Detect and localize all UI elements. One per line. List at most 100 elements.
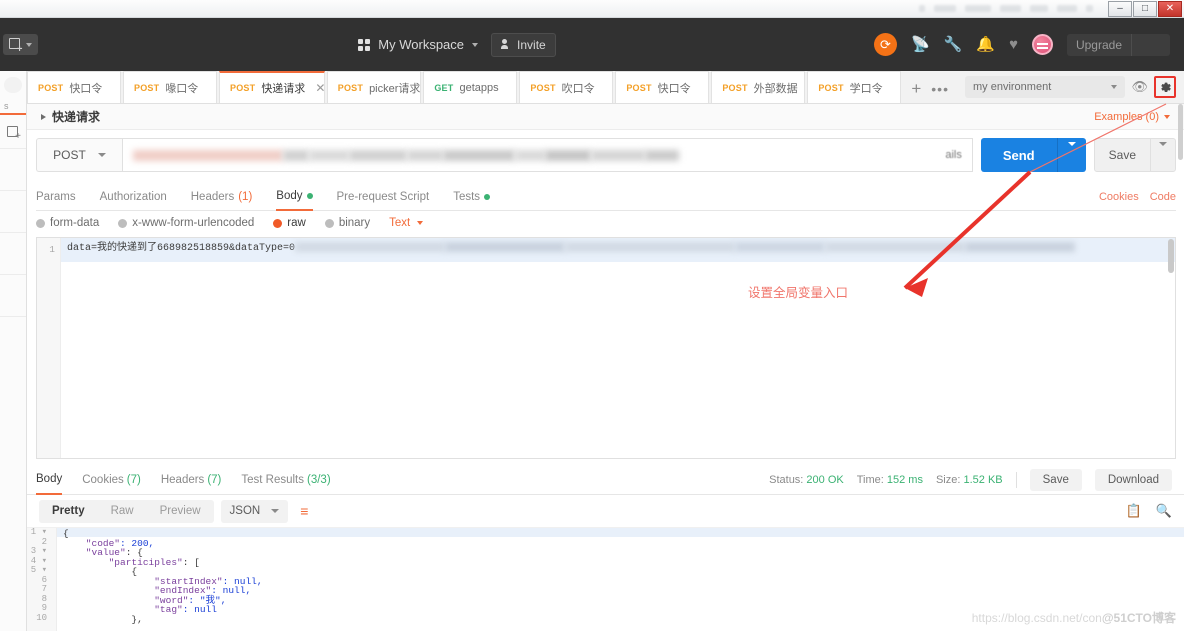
close-icon[interactable]: ✕ bbox=[315, 81, 325, 95]
http-method-selector[interactable]: POST bbox=[36, 138, 122, 172]
response-view-preview[interactable]: Preview bbox=[147, 500, 214, 523]
tab-count: (7) bbox=[207, 474, 222, 486]
request-section-tab-headers[interactable]: Headers (1) bbox=[191, 183, 253, 211]
url-redacted-content bbox=[133, 149, 941, 161]
request-tab-7[interactable]: POST 外部数据 bbox=[711, 71, 806, 103]
request-tab-3[interactable]: POST picker请求 bbox=[326, 71, 422, 103]
sync-icon[interactable]: ⟳ bbox=[874, 33, 897, 56]
request-tab-4[interactable]: GET getapps bbox=[423, 71, 518, 103]
request-tab-method: POST bbox=[337, 82, 364, 93]
body-type-options: form-data x-www-form-urlencoded raw binary T… bbox=[36, 211, 1176, 235]
save-label: Save bbox=[1108, 148, 1136, 162]
response-status-label: Status: bbox=[769, 474, 807, 486]
response-section-tabs: Body Cookies (7) Headers (7) Test Results (3/3… bbox=[27, 466, 1184, 495]
body-type-label: x-www-form-urlencoded bbox=[132, 217, 255, 229]
request-tab-1[interactable]: POST 喙口令 bbox=[123, 71, 217, 103]
request-tab-2[interactable]: POST 快递请求 ✕ bbox=[219, 71, 325, 103]
chevron-down-icon[interactable] bbox=[1131, 33, 1170, 56]
eye-icon[interactable]: 👁 bbox=[1131, 79, 1148, 95]
cookies-link[interactable]: Cookies bbox=[1099, 191, 1139, 203]
copy-icon[interactable]: 📋 bbox=[1126, 503, 1142, 519]
breadcrumb-title-group[interactable]: 快递请求 bbox=[41, 108, 100, 125]
request-tab-5[interactable]: POST 吹口令 bbox=[519, 71, 614, 103]
save-response-button[interactable]: Save bbox=[1029, 469, 1082, 491]
user-avatar[interactable] bbox=[1031, 34, 1053, 55]
examples-dropdown[interactable]: Examples (0) bbox=[1094, 111, 1170, 123]
page-scrollbar[interactable] bbox=[1177, 104, 1184, 464]
request-tab-label: 外部数据 bbox=[753, 82, 798, 95]
heart-icon[interactable]: ♥ bbox=[1009, 37, 1018, 52]
request-tab-0[interactable]: POST 快口令 bbox=[27, 71, 121, 103]
response-view-raw[interactable]: Raw bbox=[98, 500, 147, 523]
save-request-button[interactable]: Save bbox=[1093, 138, 1176, 172]
tab-status-dot bbox=[306, 192, 313, 199]
download-response-button[interactable]: Download bbox=[1094, 469, 1172, 491]
request-tab-6[interactable]: POST 快口令 bbox=[615, 71, 710, 103]
body-type-binary[interactable]: binary bbox=[324, 217, 370, 229]
body-type-label: form-data bbox=[50, 217, 100, 229]
radio-icon bbox=[273, 218, 283, 228]
url-input[interactable]: ails bbox=[122, 138, 973, 172]
window-controls[interactable]: – □ ✕ bbox=[1107, 0, 1182, 17]
body-type-raw[interactable]: raw bbox=[273, 217, 306, 229]
response-tab-test-results[interactable]: Test Results (3/3) bbox=[241, 466, 330, 495]
environment-selected-label: my environment bbox=[973, 81, 1052, 93]
request-section-tab-params[interactable]: Params bbox=[36, 183, 76, 211]
tab-more-button[interactable]: ••• bbox=[931, 81, 957, 103]
response-size-value: 1.52 KB bbox=[963, 474, 1003, 486]
save-options-chevron[interactable] bbox=[1151, 142, 1175, 164]
request-section-tab-pre-request-script[interactable]: Pre-request Script bbox=[337, 183, 430, 211]
tab-count: (3/3) bbox=[307, 474, 331, 486]
watermark: https://blog.csdn.net/con@51CTO博客 bbox=[972, 609, 1176, 626]
grid-icon bbox=[358, 38, 371, 51]
rail-new-request-button[interactable] bbox=[0, 115, 26, 149]
invite-button[interactable]: Invite bbox=[491, 32, 556, 57]
minimize-button[interactable]: – bbox=[1108, 0, 1132, 17]
request-body-editor[interactable]: 1 data=我的快递到了668982518859&dataType=0 bbox=[36, 237, 1176, 459]
response-gutter: 1 ▾ 2 3 ▾ 4 ▾ 5 ▾ 6 7 8 9 10 bbox=[27, 528, 57, 631]
tab-label: Body bbox=[276, 189, 303, 202]
rail-slot-4 bbox=[0, 275, 26, 317]
request-tab-method: POST bbox=[626, 82, 652, 93]
upgrade-button[interactable]: Upgrade bbox=[1066, 33, 1170, 56]
search-icon[interactable]: 🔍 bbox=[1156, 503, 1172, 519]
maximize-button[interactable]: □ bbox=[1133, 0, 1157, 17]
editor-text: data=我的快递到了668982518859&dataType=0 bbox=[67, 243, 296, 254]
chevron-down-icon bbox=[1111, 85, 1118, 89]
response-toolbar: Pretty Raw Preview JSON ≡ 📋 🔍 bbox=[27, 495, 1184, 527]
word-wrap-icon[interactable]: ≡ bbox=[300, 504, 308, 518]
body-format-selector[interactable]: Text bbox=[389, 217, 424, 229]
annotation-text: 设置全局变量入口 bbox=[748, 286, 849, 300]
new-tab-icon bbox=[7, 125, 21, 142]
response-view-switcher[interactable]: Pretty Raw Preview bbox=[39, 499, 214, 523]
add-tab-button[interactable]: + bbox=[903, 79, 931, 103]
divider bbox=[1015, 472, 1017, 488]
response-size-label: Size: bbox=[935, 474, 964, 486]
send-button[interactable]: Send bbox=[980, 138, 1086, 172]
body-type-form-data[interactable]: form-data bbox=[36, 217, 99, 229]
request-section-tab-tests[interactable]: Tests bbox=[453, 183, 491, 211]
request-tab-8[interactable]: POST 学口令 bbox=[807, 71, 902, 103]
request-section-tab-body[interactable]: Body bbox=[276, 183, 313, 211]
satellite-icon[interactable]: 📡 bbox=[911, 37, 930, 52]
bell-icon[interactable]: 🔔 bbox=[976, 37, 995, 52]
send-options-chevron[interactable] bbox=[1058, 142, 1086, 164]
wrench-icon[interactable]: 🔧 bbox=[944, 37, 963, 52]
response-format-selector[interactable]: JSON bbox=[220, 499, 289, 523]
workspace-selector[interactable]: My Workspace bbox=[358, 37, 479, 52]
editor-scrollbar[interactable] bbox=[1168, 239, 1174, 273]
body-type-x-www-form-urlencoded[interactable]: x-www-form-urlencoded bbox=[118, 217, 254, 229]
watermark-tag: @51CTO博客 bbox=[1101, 611, 1176, 625]
request-tab-label: picker请求 bbox=[369, 82, 421, 95]
gear-icon[interactable] bbox=[1154, 76, 1176, 98]
response-tab-cookies[interactable]: Cookies (7) bbox=[82, 466, 141, 495]
code-link[interactable]: Code bbox=[1150, 191, 1176, 203]
close-button[interactable]: ✕ bbox=[1158, 0, 1182, 17]
url-visible-tail: ails bbox=[945, 149, 962, 161]
new-button[interactable] bbox=[2, 34, 38, 55]
response-view-pretty[interactable]: Pretty bbox=[39, 500, 98, 523]
response-tab-body[interactable]: Body bbox=[36, 466, 63, 495]
response-tab-headers[interactable]: Headers (7) bbox=[161, 466, 222, 495]
environment-selector[interactable]: my environment bbox=[965, 76, 1126, 98]
request-section-tab-authorization[interactable]: Authorization bbox=[100, 183, 167, 211]
